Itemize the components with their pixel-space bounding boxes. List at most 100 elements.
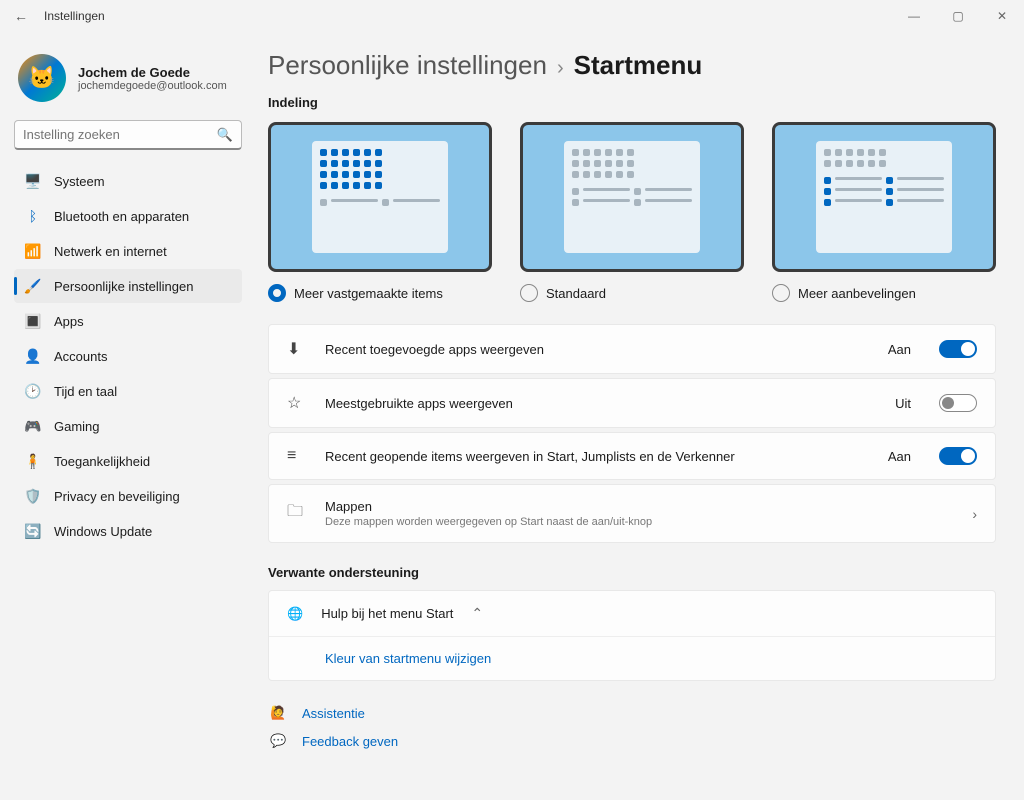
section-heading-layout: Indeling	[268, 95, 996, 110]
setting-title: Mappen	[325, 499, 954, 514]
search-icon: 🔍	[217, 127, 233, 143]
wifi-icon: 📶	[24, 242, 42, 260]
setting-recent-apps[interactable]: ⬇ Recent toegevoegde apps weergeven Aan	[268, 324, 996, 374]
nav-list: 🖥️ Systeem ᛒ Bluetooth en apparaten 📶 Netwe…	[14, 164, 242, 548]
search-box[interactable]: 🔍	[14, 120, 242, 150]
nav-item-gaming[interactable]: 🎮 Gaming	[14, 409, 242, 443]
setting-most-used[interactable]: ☆ Meestgebruikte apps weergeven Uit	[268, 378, 996, 428]
toggle-switch[interactable]	[939, 394, 977, 412]
nav-label: Systeem	[54, 174, 105, 189]
nav-item-network[interactable]: 📶 Netwerk en internet	[14, 234, 242, 268]
toggle-state: Uit	[895, 396, 911, 411]
help-icon: 🙋	[270, 705, 288, 721]
radio-selected-icon[interactable]	[268, 284, 286, 302]
help-body: Kleur van startmenu wijzigen	[269, 636, 995, 680]
window-title: Instellingen	[44, 9, 892, 23]
sidebar: 🐱 Jochem de Goede jochemdegoede@outlook.…	[0, 32, 250, 800]
setting-desc: Deze mappen worden weergegeven op Start …	[325, 516, 954, 528]
brush-icon: 🖌️	[24, 277, 42, 295]
setting-folders[interactable]: 🗀 Mappen Deze mappen worden weergegeven …	[268, 484, 996, 543]
nav-label: Accounts	[54, 349, 107, 364]
nav-item-accessibility[interactable]: 🧍 Toegankelijkheid	[14, 444, 242, 478]
layout-option-more-pinned[interactable]: Meer vastgemaakte items	[268, 122, 492, 302]
star-icon: ☆	[287, 393, 307, 413]
avatar: 🐱	[18, 54, 66, 102]
setting-label: Recent toegevoegde apps weergeven	[325, 342, 870, 357]
toggle-switch[interactable]	[939, 340, 977, 358]
user-name: Jochem de Goede	[78, 65, 227, 80]
nav-item-system[interactable]: 🖥️ Systeem	[14, 164, 242, 198]
globe-icon: 🌐	[287, 606, 303, 622]
chevron-right-icon: ›	[972, 506, 977, 522]
back-button[interactable]: ←	[14, 8, 34, 24]
section-heading-related: Verwante ondersteuning	[268, 565, 996, 580]
profile-block[interactable]: 🐱 Jochem de Goede jochemdegoede@outlook.…	[14, 32, 242, 120]
nav-item-time[interactable]: 🕑 Tijd en taal	[14, 374, 242, 408]
layout-option-label: Standaard	[546, 286, 606, 301]
update-icon: 🔄	[24, 522, 42, 540]
clock-icon: 🕑	[24, 382, 42, 400]
nav-item-personalization[interactable]: 🖌️ Persoonlijke instellingen	[14, 269, 242, 303]
setting-label: Meestgebruikte apps weergeven	[325, 396, 877, 411]
breadcrumb: Persoonlijke instellingen › Startmenu	[268, 50, 996, 81]
help-header[interactable]: 🌐 Hulp bij het menu Start ⌃	[269, 591, 995, 636]
layout-option-more-recs[interactable]: Meer aanbevelingen	[772, 122, 996, 302]
footer-label: Feedback geven	[302, 734, 398, 749]
system-icon: 🖥️	[24, 172, 42, 190]
layout-option-default[interactable]: Standaard	[520, 122, 744, 302]
maximize-button[interactable]: ▢	[936, 0, 980, 32]
nav-item-privacy[interactable]: 🛡️Privacy en beveiliging	[14, 479, 242, 513]
download-icon: ⬇	[287, 339, 307, 359]
nav-label: Gaming	[54, 419, 100, 434]
setting-recent-items[interactable]: ≡ Recent geopende items weergeven in Sta…	[268, 432, 996, 480]
nav-label: Tijd en taal	[54, 384, 117, 399]
nav-label: Netwerk en internet	[54, 244, 167, 259]
layout-preview	[520, 122, 744, 272]
layout-preview	[772, 122, 996, 272]
toggle-state: Aan	[888, 449, 911, 464]
folder-icon: 🗀	[287, 500, 307, 527]
nav-item-update[interactable]: 🔄 Windows Update	[14, 514, 242, 548]
toggle-switch[interactable]	[939, 447, 977, 465]
breadcrumb-current: Startmenu	[574, 50, 703, 81]
help-link-color[interactable]: Kleur van startmenu wijzigen	[325, 651, 491, 666]
user-email: jochemdegoede@outlook.com	[78, 80, 227, 92]
search-input[interactable]	[23, 127, 217, 142]
footer-label: Assistentie	[302, 706, 365, 721]
chevron-right-icon: ›	[557, 57, 564, 80]
footer-links: 🙋 Assistentie 💬 Feedback geven	[268, 699, 996, 775]
toggle-state: Aan	[888, 342, 911, 357]
nav-label: Apps	[54, 314, 84, 329]
breadcrumb-parent[interactable]: Persoonlijke instellingen	[268, 50, 547, 81]
main-content: Persoonlijke instellingen › Startmenu In…	[250, 32, 1024, 800]
title-bar: ← Instellingen — ▢ ✕	[0, 0, 1024, 32]
close-button[interactable]: ✕	[980, 0, 1024, 32]
shield-icon: 🛡️	[24, 487, 42, 505]
nav-item-apps[interactable]: 🔳 Apps	[14, 304, 242, 338]
nav-item-bluetooth[interactable]: ᛒ Bluetooth en apparaten	[14, 199, 242, 233]
link-assistance[interactable]: 🙋 Assistentie	[268, 699, 996, 727]
nav-label: Toegankelijkheid	[54, 454, 150, 469]
gaming-icon: 🎮	[24, 417, 42, 435]
layout-option-label: Meer vastgemaakte items	[294, 286, 443, 301]
setting-label: Recent geopende items weergeven in Start…	[325, 449, 870, 464]
feedback-icon: 💬	[270, 733, 288, 749]
bluetooth-icon: ᛒ	[24, 207, 42, 225]
minimize-button[interactable]: —	[892, 0, 936, 32]
radio-icon[interactable]	[772, 284, 790, 302]
nav-label: Persoonlijke instellingen	[54, 279, 193, 294]
radio-icon[interactable]	[520, 284, 538, 302]
apps-icon: 🔳	[24, 312, 42, 330]
nav-item-accounts[interactable]: 👤 Accounts	[14, 339, 242, 373]
chevron-up-icon: ⌃	[471, 605, 483, 622]
person-icon: 👤	[24, 347, 42, 365]
nav-label: Windows Update	[54, 524, 152, 539]
nav-label: Bluetooth en apparaten	[54, 209, 189, 224]
layout-option-label: Meer aanbevelingen	[798, 286, 916, 301]
accessibility-icon: 🧍	[24, 452, 42, 470]
link-feedback[interactable]: 💬 Feedback geven	[268, 727, 996, 755]
help-title: Hulp bij het menu Start	[321, 606, 453, 621]
help-card: 🌐 Hulp bij het menu Start ⌃ Kleur van st…	[268, 590, 996, 681]
list-icon: ≡	[287, 447, 307, 465]
layout-preview	[268, 122, 492, 272]
